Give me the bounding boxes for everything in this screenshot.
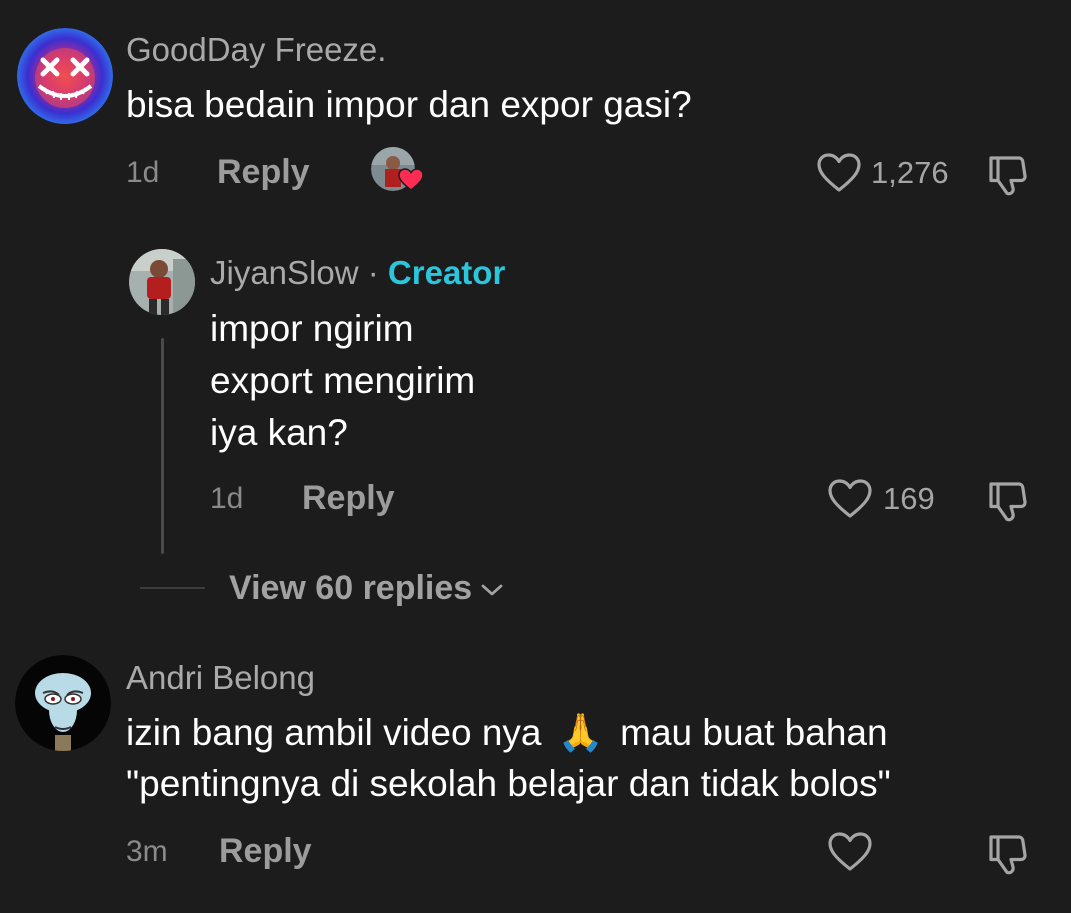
avatar[interactable] [129, 249, 195, 315]
reply-button[interactable]: Reply [302, 481, 395, 515]
heart-outline-icon[interactable] [827, 478, 873, 520]
heart-outline-icon[interactable] [816, 152, 862, 194]
comment-username[interactable]: Andri Belong [126, 661, 315, 694]
comment-text: bisa bedain impor dan expor gasi? [126, 84, 692, 125]
view-replies-label: View 60 replies [229, 569, 473, 607]
heart-outline-icon[interactable] [827, 831, 873, 873]
separator-dot: · [367, 254, 379, 291]
pray-emoji: 🙏 [557, 711, 604, 754]
reply-username: JiyanSlow · Creator [210, 256, 505, 289]
thumbs-down-outline-icon[interactable] [987, 478, 1033, 524]
creator-badge: Creator [387, 254, 506, 291]
reply-text-line: export mengirim [210, 360, 476, 401]
replies-divider [140, 587, 205, 589]
reply-button[interactable]: Reply [219, 834, 312, 868]
like-count: 169 [883, 481, 935, 516]
comment-text-part: izin bang ambil video nya [126, 712, 542, 753]
comment-timestamp: 3m [126, 835, 168, 868]
reply-text-line: impor ngirim [210, 308, 414, 349]
comment-text-part: mau buat bahan [620, 712, 888, 753]
like-count: 1,276 [871, 155, 949, 190]
chevron-down-icon [481, 584, 503, 596]
reply-button[interactable]: Reply [217, 155, 310, 189]
comment-timestamp: 1d [126, 156, 160, 189]
reply-author-name[interactable]: JiyanSlow [210, 254, 359, 291]
comment-text-line: "pentingnya di sekolah belajar dan tidak… [126, 763, 891, 804]
creator-liked-heart-icon [398, 168, 424, 192]
avatar[interactable] [15, 655, 111, 751]
thumbs-down-outline-icon[interactable] [987, 152, 1033, 198]
reply-thread-line [161, 338, 164, 554]
avatar[interactable] [17, 28, 113, 124]
thumbs-down-outline-icon[interactable] [987, 831, 1033, 877]
comment-username[interactable]: GoodDay Freeze. [126, 33, 386, 66]
reply-timestamp: 1d [210, 482, 244, 515]
reply-text-line: iya kan? [210, 412, 348, 453]
view-replies-button[interactable]: View 60 replies [229, 571, 504, 605]
comment-text-line: izin bang ambil video nya 🙏 mau buat bah… [126, 714, 888, 751]
